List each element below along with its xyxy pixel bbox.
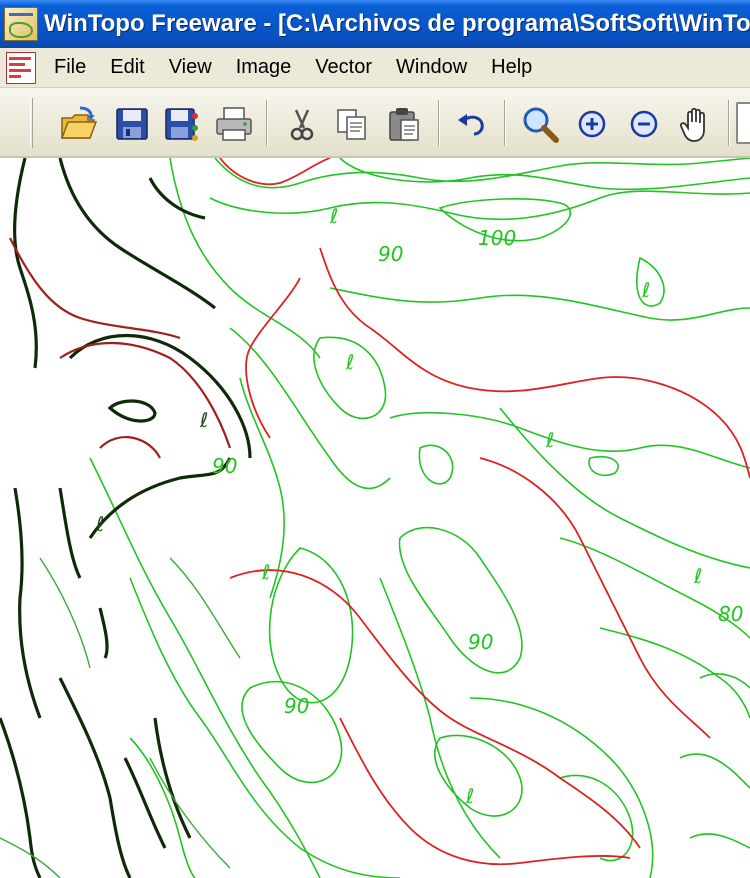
undo-icon [458,114,484,136]
contour-label: 80 [718,602,744,626]
pan-button[interactable] [674,102,718,146]
undo-button[interactable] [450,102,494,146]
contour-mark: ℓ [466,784,475,808]
contour-label: 90 [378,242,404,266]
paste-icon [389,108,419,141]
document-map-icon[interactable] [6,51,36,84]
menu-file[interactable]: File [42,52,98,83]
contour-mark: ℓ [262,560,271,584]
zoom-in-button[interactable] [570,102,614,146]
contour-mark: ℓ [200,408,209,432]
toolbar-grip[interactable] [30,98,33,148]
print-icon [216,107,252,141]
menu-view[interactable]: View [157,52,224,83]
contour-label: 100 [478,226,517,250]
save-as-button[interactable] [160,102,204,146]
toolbar-separator [266,100,268,146]
raster-green-contours [0,557,241,878]
open-button[interactable] [56,102,100,146]
menu-bar: File Edit View Image Vector Window Help [0,48,750,88]
raster-red-contours [9,237,232,459]
wintopo-app-icon[interactable] [4,7,38,41]
contour-label: 90 [284,694,310,718]
paste-button[interactable] [382,102,426,146]
menu-image[interactable]: Image [224,52,304,83]
toolbar [0,88,750,158]
save-icon [116,108,148,140]
toolbar-separator [728,100,730,146]
zoom-button[interactable] [518,102,562,146]
toolbar-separator [504,100,506,146]
menu-help[interactable]: Help [479,52,544,83]
contour-mark: ℓ [346,350,355,374]
save-as-icon [165,108,198,141]
menu-window[interactable]: Window [384,52,479,83]
contour-mark: ℓ [330,204,339,228]
contour-mark: ℓ [642,278,651,302]
open-folder-icon [60,106,98,139]
red-index-contours [219,158,750,866]
contour-mark: ℓ [546,428,555,452]
toolbar-field-partial[interactable] [736,102,750,144]
contour-label: 90 [468,630,494,654]
zoom-out-button[interactable] [622,102,666,146]
toolbar-separator [438,100,440,146]
window-title: WinTopo Freeware - [C:\Archivos de progr… [44,10,750,37]
print-button[interactable] [212,102,256,146]
zoom-out-icon [630,110,658,138]
title-bar[interactable]: WinTopo Freeware - [C:\Archivos de progr… [0,0,750,48]
copy-icon [337,109,366,140]
scissors-icon [290,109,314,141]
map-canvas[interactable]: 90 100 90 80 90 90 ℓ ℓ ℓ ℓ ℓ ℓ ℓ ℓ ℓ [0,158,750,878]
hand-icon [679,107,705,142]
zoom-in-icon [578,110,606,138]
save-button[interactable] [110,102,154,146]
cut-button[interactable] [280,102,324,146]
raster-contours [0,158,252,878]
magnifier-icon [523,107,559,143]
contour-map[interactable] [0,158,750,878]
copy-button[interactable] [330,102,374,146]
menu-edit[interactable]: Edit [98,52,156,83]
contour-mark: ℓ [96,512,105,536]
green-contours [89,158,750,878]
contour-label: 90 [212,454,238,478]
menu-vector[interactable]: Vector [303,52,384,83]
contour-mark: ℓ [694,564,703,588]
